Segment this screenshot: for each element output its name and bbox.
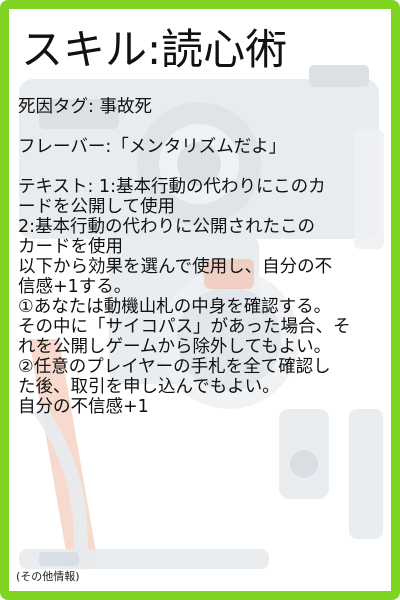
text-line: カードを使用 bbox=[18, 237, 123, 257]
text-line: 以下から効果を選んで使用し、自分の不 bbox=[18, 257, 333, 277]
card-title: スキル:読心術 bbox=[21, 25, 288, 74]
text-line: その中に「サイコパス」があった場合、そ bbox=[18, 317, 351, 337]
card-body: 死因タグ: 事故死 フレーバー:「メンタリズムだよ」 テキスト: 1:基本行動の… bbox=[18, 97, 388, 417]
skill-card: スキル:読心術 死因タグ: 事故死 フレーバー:「メンタリズムだよ」 テキスト:… bbox=[0, 0, 400, 600]
other-info: (その他情報) bbox=[16, 570, 80, 583]
text-line: た後、取引を申し込んでもよい。 bbox=[18, 377, 280, 397]
text-line: れを公開しゲームから除外してもよい。 bbox=[18, 337, 332, 357]
text-line: ②任意のプレイヤーの手札を全て確認し bbox=[18, 357, 331, 377]
text-line: 信感+1する。 bbox=[18, 277, 132, 297]
text-line: ①あなたは動機山札の中身を確認する。 bbox=[18, 297, 332, 317]
text-line: ードを公開して使用 bbox=[18, 197, 175, 217]
text-line: 自分の不信感+1 bbox=[18, 397, 149, 417]
text-line: テキスト: 1:基本行動の代わりにこのカ bbox=[18, 177, 326, 197]
flavor-text: フレーバー:「メンタリズムだよ」 bbox=[18, 137, 287, 157]
death-tag: 死因タグ: 事故死 bbox=[18, 97, 152, 117]
text-line: 2:基本行動の代わりに公開されたこの bbox=[18, 217, 316, 237]
